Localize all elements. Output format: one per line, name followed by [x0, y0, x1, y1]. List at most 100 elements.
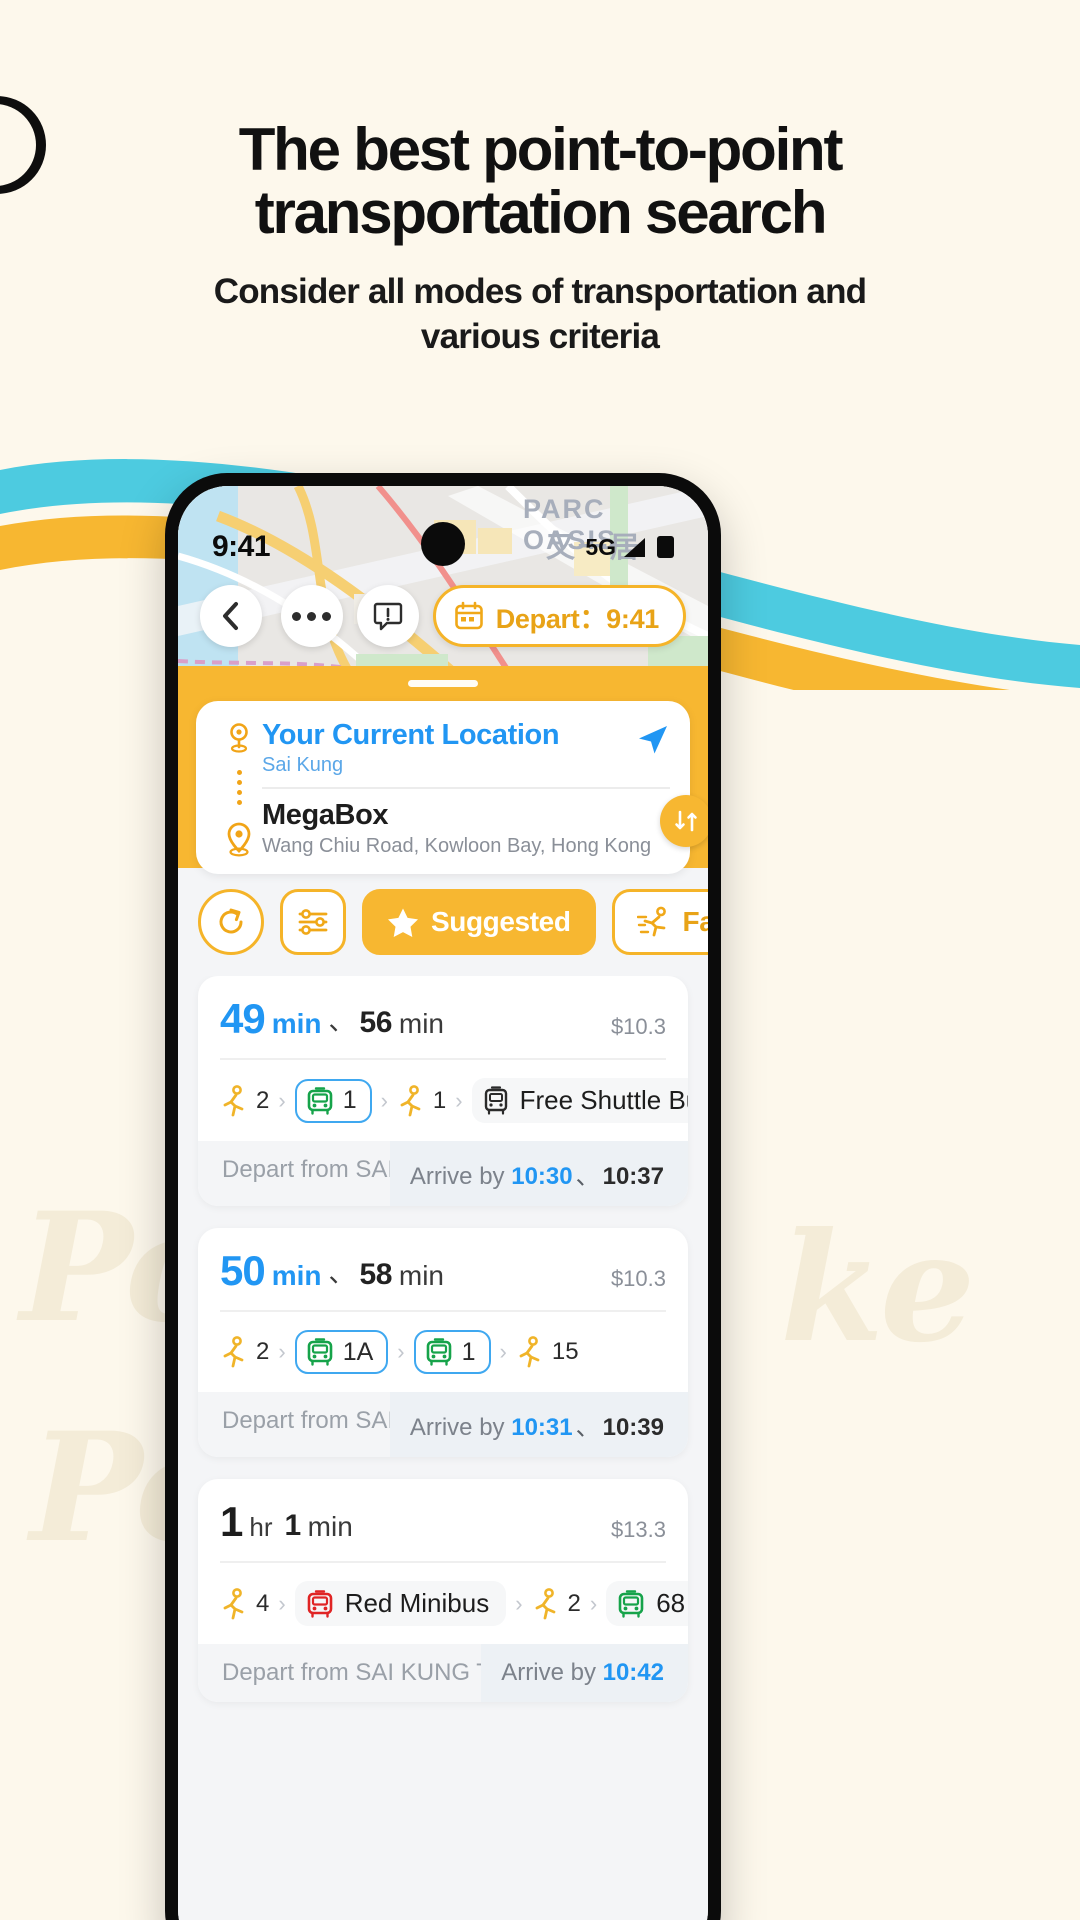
- origin-pin-icon: [230, 723, 248, 753]
- walking-icon: [400, 1084, 421, 1116]
- walking-icon: [223, 1336, 244, 1368]
- sheet-drag-handle[interactable]: [408, 680, 478, 687]
- network-type-label: 5G: [585, 533, 616, 560]
- navigation-arrow-icon: [639, 726, 667, 754]
- walking-icon: [223, 1084, 244, 1116]
- leg-value: Red Minibus: [344, 1588, 490, 1618]
- leg-value: 2: [567, 1589, 581, 1617]
- route-duration-value: 1: [220, 1498, 243, 1545]
- route-arrive-prefix: Arrive by: [501, 1659, 596, 1686]
- destination-field[interactable]: MegaBox Wang Chiu Road, Kowloon Bay, Hon…: [262, 789, 670, 858]
- leg-value: 1: [461, 1337, 476, 1366]
- leg-bus: 1: [413, 1330, 491, 1374]
- chevron-right-icon: ›: [589, 1590, 598, 1616]
- route-depart-text: Depart from SAI KUNG TANG...: [198, 1644, 482, 1702]
- leg-bus: 1: [294, 1078, 372, 1123]
- route-arrive-block: Arrive by 10:31、 10:39: [389, 1392, 688, 1457]
- filter-chip-suggested[interactable]: Suggested: [362, 889, 596, 955]
- phone-mockup: PARC OASIS 又一居 9:41 5G Depart：9:41 Your …: [165, 473, 721, 1920]
- swap-locations-button[interactable]: [660, 795, 708, 847]
- page-subtitle: Consider all modes of transportation and…: [213, 272, 867, 356]
- route-duration-alt-unit: min: [307, 1511, 353, 1542]
- route-rail-dots: [236, 753, 242, 822]
- page-title: The best point-to-point transportation s…: [238, 116, 844, 246]
- route-duration-separator: 、: [328, 1258, 355, 1288]
- alert-message-icon: [373, 602, 402, 631]
- minibus-icon: [307, 1589, 332, 1618]
- destination-pin-icon: [227, 822, 251, 857]
- route-arrive-prefix: Arrive by: [409, 1414, 505, 1441]
- chevron-right-icon: ›: [278, 1087, 286, 1113]
- more-options-button[interactable]: [280, 585, 343, 647]
- bus-icon: [426, 1338, 451, 1366]
- route-card[interactable]: 50 min 、 58 min $10.3 2 › 1A › 1 › 15 De…: [198, 1228, 688, 1457]
- route-depart-text: Depart from SAI KUNG...: [198, 1141, 390, 1206]
- refresh-button[interactable]: [198, 889, 264, 955]
- route-card[interactable]: 1 hr 1 min $13.3 4 › Red Minibus › 2 › 6…: [198, 1479, 688, 1702]
- bus-icon: [307, 1338, 332, 1366]
- route-legs: 2 › 1A › 1 › 15: [220, 1310, 666, 1392]
- route-legs: 4 › Red Minibus › 2 › 68: [220, 1561, 688, 1644]
- leg-walk: 2: [220, 1336, 269, 1368]
- origin-field[interactable]: Your Current Location Sai Kung: [262, 719, 670, 789]
- route-arrive-block: Arrive by 10:30、 10:37: [389, 1141, 688, 1206]
- bus-icon: [307, 1086, 332, 1115]
- use-current-location-button[interactable]: [636, 723, 670, 762]
- filter-options-button[interactable]: [280, 889, 346, 955]
- chevron-right-icon: ›: [380, 1087, 388, 1113]
- route-arrive-time: 10:30: [511, 1163, 573, 1190]
- route-duration-unit: hr: [249, 1512, 273, 1542]
- filter-chip-faster[interactable]: Faster: [611, 889, 708, 955]
- filter-chip-suggested-label: Suggested: [431, 906, 571, 937]
- route-arrive-time: 10:31: [511, 1414, 573, 1441]
- origin-destination-card: Your Current Location Sai Kung MegaBox W…: [196, 701, 708, 874]
- route-duration-row: 49 min 、 56 min $10.3: [220, 998, 666, 1058]
- chevron-left-icon: [223, 602, 238, 630]
- shuttle-bus-icon: [484, 1085, 507, 1115]
- camera-notch: [421, 522, 465, 566]
- depart-time-button[interactable]: Depart：9:41: [432, 585, 686, 647]
- route-duration-unit: min: [271, 1260, 322, 1291]
- route-arrive-alt: 10:37: [602, 1163, 664, 1190]
- route-price: $10.3: [610, 1014, 666, 1039]
- refresh-icon: [219, 908, 243, 934]
- route-duration-alt: 1: [284, 1509, 301, 1542]
- filter-chip-faster-label: Faster: [682, 906, 708, 937]
- phone-screen: PARC OASIS 又一居 9:41 5G Depart：9:41 Your …: [178, 486, 708, 1920]
- star-icon: [388, 908, 418, 937]
- walking-icon: [223, 1587, 244, 1619]
- depart-time-label: Depart：9:41: [495, 603, 660, 634]
- leg-value: 2: [256, 1338, 270, 1365]
- route-duration-unit: min: [271, 1008, 322, 1039]
- walking-icon: [519, 1336, 540, 1368]
- route-price: $13.3: [610, 1517, 666, 1542]
- chevron-right-icon: ›: [515, 1590, 523, 1616]
- report-issue-button[interactable]: [356, 585, 419, 647]
- leg-walk: 2: [220, 1084, 269, 1117]
- ellipsis-icon: [292, 611, 332, 621]
- route-results-list[interactable]: 49 min 、 56 min $10.3 2 › 1 › 1 › Free S…: [178, 976, 708, 1920]
- leg-bus: 68: [606, 1581, 688, 1626]
- swap-vertical-icon: [675, 810, 697, 832]
- back-button[interactable]: [200, 585, 262, 647]
- route-duration-separator: 、: [328, 1006, 355, 1036]
- leg-value: 68: [656, 1588, 686, 1618]
- leg-walk: 15: [516, 1336, 579, 1368]
- leg-walk: 2: [532, 1587, 581, 1620]
- leg-value: 1A: [342, 1337, 374, 1366]
- route-arrive-alt: 10:39: [602, 1414, 664, 1441]
- leg-shuttle: Free Shuttle Bus: [471, 1078, 688, 1123]
- route-duration-alt: 58: [359, 1258, 393, 1291]
- signal-icon: [624, 537, 645, 557]
- leg-value: 4: [256, 1589, 270, 1617]
- status-indicators: 5G: [585, 534, 674, 561]
- leg-value: 15: [551, 1338, 579, 1365]
- route-duration-row: 1 hr 1 min $13.3: [220, 1501, 666, 1561]
- route-card[interactable]: 49 min 、 56 min $10.3 2 › 1 › 1 › Free S…: [198, 976, 688, 1206]
- running-icon: [636, 906, 666, 937]
- route-price: $10.3: [610, 1266, 666, 1291]
- route-duration-alt: 56: [359, 1006, 393, 1039]
- destination-subtitle: Wang Chiu Road, Kowloon Bay, Hong Kong: [262, 835, 652, 857]
- chevron-right-icon: ›: [499, 1339, 507, 1364]
- route-legs: 2 › 1 › 1 › Free Shuttle B: [220, 1058, 688, 1141]
